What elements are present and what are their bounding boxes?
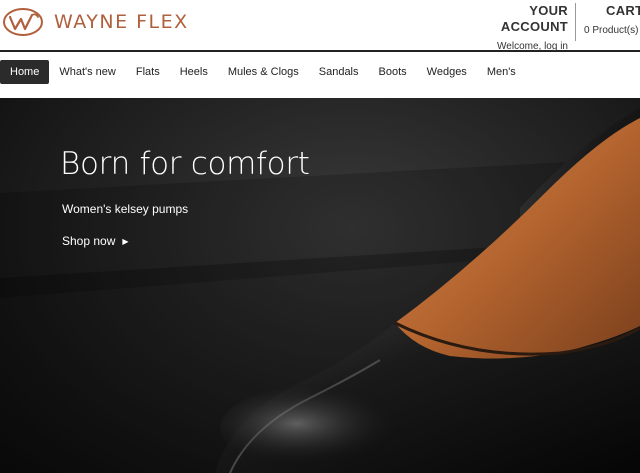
hero-banner[interactable]: Born for comfort Women's kelsey pumps Sh… bbox=[0, 98, 640, 473]
nav-item-boots[interactable]: Boots bbox=[369, 60, 417, 84]
nav-item-mens[interactable]: Men's bbox=[477, 60, 526, 84]
nav-item-flats[interactable]: Flats bbox=[126, 60, 170, 84]
shop-now-link[interactable]: Shop now ▶ bbox=[62, 234, 129, 248]
account-menu[interactable]: YOUR ACCOUNT Welcome, log in bbox=[462, 3, 576, 52]
nav-item-mules-clogs[interactable]: Mules & Clogs bbox=[218, 60, 309, 84]
hero-subtitle: Women's kelsey pumps bbox=[62, 202, 189, 216]
nav-item-whats-new[interactable]: What's new bbox=[49, 60, 126, 84]
nav-item-heels[interactable]: Heels bbox=[170, 60, 218, 84]
account-title[interactable]: YOUR ACCOUNT bbox=[462, 3, 568, 35]
hero-title: Born for comfort bbox=[60, 146, 310, 182]
nav-item-wedges[interactable]: Wedges bbox=[417, 60, 477, 84]
nav-item-home[interactable]: Home bbox=[0, 60, 50, 84]
triangle-right-icon[interactable]: ▶ bbox=[122, 237, 128, 246]
cart-count[interactable]: 0 Product(s) bbox=[584, 25, 640, 37]
shop-now-label[interactable]: Shop now bbox=[62, 234, 115, 248]
site-header: WAYNE FLEX YOUR ACCOUNT Welcome, log in … bbox=[0, 0, 640, 52]
login-link[interactable]: Welcome, log in bbox=[462, 41, 568, 53]
nav-item-sandals[interactable]: Sandals bbox=[309, 60, 369, 84]
cart-title[interactable]: CART bbox=[584, 3, 640, 19]
wayne-flex-logo-icon bbox=[3, 8, 43, 36]
brand-logo[interactable]: WAYNE FLEX bbox=[2, 7, 189, 37]
brand-name: WAYNE FLEX bbox=[54, 11, 189, 33]
main-nav: Home What's new Flats Heels Mules & Clog… bbox=[0, 54, 640, 98]
cart-menu[interactable]: CART 0 Product(s) bbox=[584, 3, 640, 41]
